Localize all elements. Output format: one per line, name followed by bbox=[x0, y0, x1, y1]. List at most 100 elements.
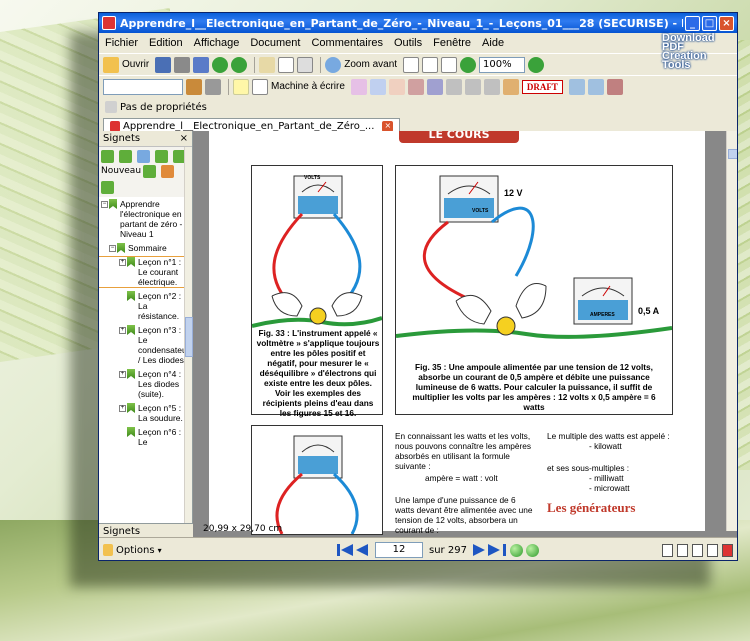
bookmark-move-icon[interactable] bbox=[101, 180, 114, 194]
zoom-out-icon[interactable] bbox=[460, 56, 477, 73]
arrow-icon[interactable] bbox=[407, 78, 424, 95]
select-text-icon[interactable] bbox=[278, 56, 295, 73]
history-forward-icon[interactable] bbox=[525, 543, 539, 557]
tree-item[interactable]: Leçon n°2 : La résistance. bbox=[99, 291, 185, 321]
vertical-scrollbar[interactable] bbox=[726, 131, 737, 531]
tree-item-label: Leçon n°3 : Le condensateur / Les diodes… bbox=[138, 325, 185, 365]
tree-item[interactable]: − Sommaire bbox=[99, 243, 185, 253]
menu-document[interactable]: Document bbox=[250, 37, 300, 49]
single-page-icon[interactable] bbox=[662, 544, 673, 557]
bookmark-options-icon[interactable] bbox=[155, 150, 168, 163]
comment-toolbar: Machine à écrire DRAFT bbox=[99, 75, 737, 97]
find-bookmark-icon[interactable] bbox=[137, 150, 150, 163]
previous-page-icon[interactable] bbox=[356, 544, 368, 556]
collapse-bookmarks-icon[interactable] bbox=[119, 150, 132, 163]
oval-icon[interactable] bbox=[464, 78, 481, 95]
new-bookmark-button[interactable]: Nouveau bbox=[101, 165, 141, 178]
tree-item[interactable]: + Leçon n°1 : Le courant électrique. bbox=[99, 256, 185, 288]
print-icon[interactable] bbox=[174, 56, 191, 73]
line-icon[interactable] bbox=[426, 78, 443, 95]
zoom-plus-icon[interactable] bbox=[528, 56, 545, 73]
stamp-icon[interactable] bbox=[568, 78, 585, 95]
maximize-button[interactable]: □ bbox=[702, 15, 717, 31]
bookmarks-scrollbar[interactable] bbox=[184, 147, 193, 523]
document-viewer[interactable]: LE COURS Fig. 33 : L'instrument appelé «… bbox=[193, 131, 737, 539]
first-page-icon[interactable] bbox=[341, 544, 353, 556]
pdf-app-icon[interactable] bbox=[102, 16, 116, 30]
forward-icon[interactable] bbox=[231, 56, 248, 73]
facing-icon[interactable] bbox=[692, 544, 703, 557]
bookmark-properties-icon[interactable] bbox=[161, 165, 175, 179]
menu-affichage[interactable]: Affichage bbox=[194, 37, 240, 49]
collapse-icon[interactable]: − bbox=[109, 245, 116, 252]
menu-fichier[interactable]: Fichier bbox=[105, 37, 138, 49]
close-button[interactable]: × bbox=[719, 15, 734, 31]
tree-item-label: Leçon n°5 : La soudure. bbox=[138, 403, 183, 423]
zoom-in-icon[interactable] bbox=[325, 56, 342, 73]
pencil-icon[interactable] bbox=[502, 78, 519, 95]
back-icon[interactable] bbox=[212, 56, 229, 73]
polygon-icon[interactable] bbox=[483, 78, 500, 95]
total-pages-label: sur 297 bbox=[429, 544, 467, 556]
measure-icon[interactable] bbox=[606, 78, 623, 95]
bookmarks-panel-close[interactable]: × bbox=[180, 133, 188, 144]
settings-icon[interactable] bbox=[205, 78, 221, 95]
tool-select-dropdown[interactable] bbox=[103, 78, 183, 95]
snapshot-icon[interactable] bbox=[297, 56, 314, 73]
tree-item[interactable]: Leçon n°6 : Le bbox=[99, 427, 185, 447]
highlight-icon[interactable] bbox=[388, 78, 405, 95]
next-page-icon[interactable] bbox=[472, 544, 485, 556]
callout-icon[interactable] bbox=[369, 78, 386, 95]
typewriter-icon[interactable] bbox=[252, 78, 268, 95]
tree-item[interactable]: + Leçon n°3 : Le condensateur / Les diod… bbox=[99, 325, 185, 365]
folder-open-icon[interactable] bbox=[103, 56, 119, 73]
tree-item[interactable]: + Leçon n°5 : La soudure. bbox=[99, 403, 185, 423]
history-back-icon[interactable] bbox=[509, 543, 523, 557]
toolbar-separator bbox=[254, 56, 256, 73]
last-page-icon[interactable] bbox=[487, 544, 500, 556]
options-button[interactable]: Options bbox=[116, 545, 155, 556]
typewriter-button[interactable]: Machine à écrire bbox=[271, 81, 345, 92]
tools-icon[interactable] bbox=[186, 78, 202, 95]
title-bar[interactable]: Apprendre_l__Electronique_en_Partant_de_… bbox=[99, 13, 737, 33]
page-number-input[interactable]: 12 bbox=[375, 542, 423, 558]
expand-icon[interactable]: + bbox=[119, 371, 126, 378]
pdf-export-icon[interactable] bbox=[722, 544, 733, 557]
actual-size-icon[interactable] bbox=[441, 56, 458, 73]
zoom-level-select[interactable]: 100% bbox=[479, 56, 526, 73]
expand-bookmarks-icon[interactable] bbox=[101, 150, 114, 163]
fit-width-icon[interactable] bbox=[422, 56, 439, 73]
note-icon[interactable] bbox=[233, 78, 249, 95]
save-icon[interactable] bbox=[155, 56, 172, 73]
tree-item-label: Leçon n°2 : La résistance. bbox=[138, 291, 182, 321]
collapse-icon[interactable]: − bbox=[101, 201, 108, 208]
menu-aide[interactable]: Aide bbox=[482, 37, 504, 49]
expand-icon[interactable]: + bbox=[119, 327, 126, 334]
attach-icon[interactable] bbox=[587, 78, 604, 95]
text-box-icon[interactable] bbox=[350, 78, 367, 95]
minimize-button[interactable]: _ bbox=[685, 15, 700, 31]
options-dropdown-icon[interactable]: ▾ bbox=[158, 546, 162, 555]
email-icon[interactable] bbox=[193, 56, 210, 73]
rectangle-icon[interactable] bbox=[445, 78, 462, 95]
vertical-scroll-thumb[interactable] bbox=[728, 149, 737, 159]
fit-page-icon[interactable] bbox=[403, 56, 420, 73]
tree-item[interactable]: + Leçon n°4 : Les diodes (suite). bbox=[99, 369, 185, 399]
expand-icon[interactable]: + bbox=[119, 259, 126, 266]
draft-stamp-button[interactable]: DRAFT bbox=[521, 79, 563, 94]
menu-fenetre[interactable]: Fenêtre bbox=[433, 37, 471, 49]
open-button[interactable]: Ouvrir bbox=[122, 59, 149, 70]
delete-bookmark-icon[interactable] bbox=[143, 165, 157, 179]
tree-item[interactable]: − Apprendre l'électronique en partant de… bbox=[99, 199, 185, 239]
facing-continuous-icon[interactable] bbox=[707, 544, 718, 557]
menu-commentaires[interactable]: Commentaires bbox=[311, 37, 383, 49]
zoom-in-button[interactable]: Zoom avant bbox=[344, 59, 397, 70]
menu-edition[interactable]: Edition bbox=[149, 37, 183, 49]
continuous-icon[interactable] bbox=[677, 544, 688, 557]
properties-icon[interactable] bbox=[105, 101, 117, 113]
download-pdf-tools-badge[interactable]: Download PDF Creation Tools bbox=[659, 33, 733, 71]
menu-outils[interactable]: Outils bbox=[394, 37, 422, 49]
bookmarks-scroll-thumb[interactable] bbox=[185, 317, 193, 357]
hand-tool-icon[interactable] bbox=[259, 56, 276, 73]
expand-icon[interactable]: + bbox=[119, 405, 126, 412]
